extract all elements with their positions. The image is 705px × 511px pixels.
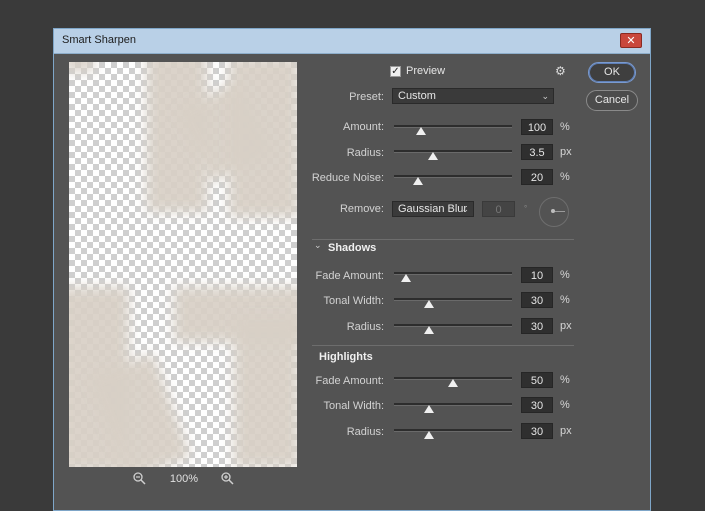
radius-input[interactable]: 3.5: [521, 144, 553, 160]
title-bar[interactable]: Smart Sharpen ✕: [54, 29, 650, 54]
shadows-radius-label: Radius:: [346, 321, 384, 333]
preview-texture: [69, 62, 94, 72]
divider: [312, 239, 574, 240]
highlights-fade-amount-thumb[interactable]: [448, 379, 458, 387]
highlights-tonal-width-thumb[interactable]: [424, 405, 435, 413]
close-button[interactable]: ✕: [620, 33, 642, 48]
chevron-down-icon: ⌄: [541, 91, 549, 101]
highlights-tonal-width-label: Tonal Width:: [323, 400, 384, 412]
highlights-radius-thumb[interactable]: [424, 431, 435, 439]
highlights-fade-amount-unit: %: [560, 374, 570, 386]
highlights-radius-slider[interactable]: [394, 429, 512, 432]
degree-symbol: °: [524, 204, 528, 213]
highlights-fade-amount-input[interactable]: 50: [521, 372, 553, 388]
highlights-radius-unit: px: [560, 425, 572, 437]
cancel-button[interactable]: Cancel: [586, 90, 638, 111]
preview-texture: [234, 317, 297, 467]
smart-sharpen-dialog: Smart Sharpen ✕ 100% ✓ Preview ⚙ OK Canc…: [53, 28, 651, 511]
highlights-fade-amount-label: Fade Amount:: [315, 375, 385, 387]
shadows-tonal-width-slider[interactable]: [394, 298, 512, 301]
zoom-out-icon[interactable]: [132, 471, 146, 485]
angle-dial-center: [551, 209, 555, 213]
shadows-tonal-width-unit: %: [560, 294, 570, 306]
radius-slider[interactable]: [394, 150, 512, 153]
dialog-title: Smart Sharpen: [62, 34, 136, 46]
reduce-noise-slider-thumb[interactable]: [412, 177, 423, 185]
preset-value: Custom: [398, 90, 436, 102]
reduce-noise-input[interactable]: 20: [521, 169, 553, 185]
divider: [312, 345, 574, 346]
highlights-radius-input[interactable]: 30: [521, 423, 553, 439]
shadows-radius-slider[interactable]: [394, 324, 512, 327]
amount-input[interactable]: 100: [521, 119, 553, 135]
zoom-in-icon[interactable]: [220, 471, 234, 485]
remove-select[interactable]: Gaussian Blur ⌄: [392, 201, 474, 217]
radius-unit: px: [560, 146, 572, 158]
preview-checkbox[interactable]: ✓: [390, 66, 401, 77]
angle-input[interactable]: 0: [482, 201, 515, 217]
reduce-noise-label: Reduce Noise:: [311, 172, 384, 184]
preset-select[interactable]: Custom ⌄: [392, 88, 554, 104]
highlights-tonal-width-input[interactable]: 30: [521, 397, 553, 413]
radius-slider-thumb[interactable]: [427, 152, 438, 160]
ok-button[interactable]: OK: [588, 62, 636, 83]
preview-texture: [229, 62, 297, 217]
amount-unit: %: [560, 121, 570, 133]
shadows-fade-amount-label: Fade Amount:: [315, 270, 385, 282]
highlights-header[interactable]: Highlights: [319, 351, 373, 363]
shadows-radius-thumb[interactable]: [424, 326, 435, 334]
shadows-fade-amount-input[interactable]: 10: [521, 267, 553, 283]
radius-label: Radius:: [346, 147, 384, 159]
amount-slider[interactable]: [394, 125, 512, 128]
shadows-radius-unit: px: [560, 320, 572, 332]
shadows-header[interactable]: Shadows: [328, 242, 376, 254]
chevron-down-icon[interactable]: ⌄: [314, 240, 322, 251]
preview-label: Preview: [406, 65, 446, 77]
highlights-radius-label: Radius:: [346, 426, 384, 438]
amount-label: Amount:: [343, 121, 384, 133]
shadows-tonal-width-thumb[interactable]: [424, 300, 435, 308]
zoom-level: 100%: [169, 473, 199, 485]
shadows-tonal-width-label: Tonal Width:: [323, 295, 384, 307]
shadows-fade-amount-thumb[interactable]: [400, 274, 411, 282]
remove-label: Remove:: [339, 203, 384, 215]
shadows-fade-amount-unit: %: [560, 269, 570, 281]
shadows-tonal-width-input[interactable]: 30: [521, 292, 553, 308]
reduce-noise-unit: %: [560, 171, 570, 183]
highlights-tonal-width-slider[interactable]: [394, 403, 512, 406]
shadows-fade-amount-slider[interactable]: [394, 272, 512, 275]
chevron-down-icon: ⌄: [461, 204, 469, 214]
gear-icon[interactable]: ⚙: [555, 64, 569, 78]
amount-slider-thumb[interactable]: [416, 127, 427, 135]
remove-value: Gaussian Blur: [398, 203, 468, 215]
zoom-controls: 100%: [124, 471, 244, 487]
shadows-radius-input[interactable]: 30: [521, 318, 553, 334]
highlights-tonal-width-unit: %: [560, 399, 570, 411]
preset-label: Preset:: [349, 91, 384, 103]
